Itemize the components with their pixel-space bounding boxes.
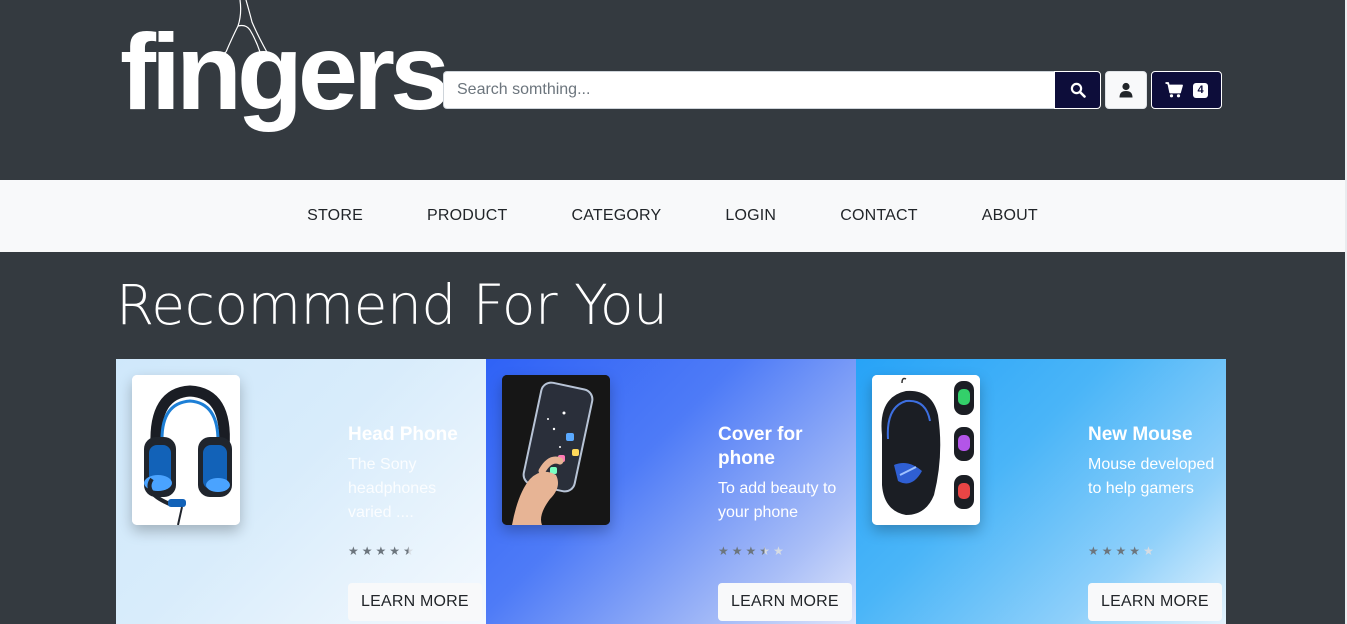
star-icon: ★ (1129, 544, 1141, 558)
learn-more-button[interactable]: LEARN MORE (348, 583, 482, 621)
nav-item-contact[interactable]: CONTACT (808, 207, 950, 225)
product-title: Cover for phone (718, 424, 803, 469)
star-icon: ★ (1115, 544, 1127, 558)
nav-item-login[interactable]: LOGIN (693, 207, 808, 225)
nav-item-about[interactable]: ABOUT (950, 207, 1070, 225)
star-empty-icon: ★ (773, 544, 784, 558)
product-card-body: New Mouse Mouse developed to help gamers (1088, 423, 1218, 501)
product-thumbnail[interactable] (872, 375, 980, 525)
product-rating: ★ ★ ★ ★ ★ (718, 545, 784, 557)
star-icon: ★ (731, 544, 743, 558)
search-button[interactable] (1054, 71, 1101, 109)
product-description: To add beauty to your phone (718, 480, 837, 521)
recommend-cards: Head Phone The Sony headphones varied ..… (116, 359, 1226, 624)
section-title: Recommend For You (116, 273, 668, 337)
product-card: Cover for phone To add beauty to your ph… (486, 359, 856, 624)
nav-item-category[interactable]: CATEGORY (539, 207, 693, 225)
site-header: fingers 4 (0, 0, 1345, 180)
product-card-body: Head Phone The Sony headphones varied ..… (348, 423, 478, 525)
star-icon: ★ (389, 544, 401, 558)
product-card-body: Cover for phone To add beauty to your ph… (718, 423, 848, 525)
star-empty-icon: ★ (1143, 544, 1154, 558)
gaming-mouse-image (872, 375, 980, 525)
product-thumbnail[interactable] (502, 375, 610, 525)
learn-more-button[interactable]: LEARN MORE (718, 583, 852, 621)
product-rating: ★ ★ ★ ★ ★ (1088, 545, 1154, 557)
star-icon: ★ (1101, 544, 1113, 558)
nav-item-store[interactable]: STORE (275, 207, 395, 225)
product-card: New Mouse Mouse developed to help gamers… (856, 359, 1226, 624)
product-title: Head Phone (348, 424, 458, 445)
learn-more-button[interactable]: LEARN MORE (1088, 583, 1222, 621)
nav-item-product[interactable]: PRODUCT (395, 207, 540, 225)
star-icon: ★ (1088, 544, 1099, 558)
user-icon (1119, 82, 1133, 98)
cart-count-badge: 4 (1193, 82, 1208, 98)
logo-text: fingers (120, 11, 450, 132)
phone-cover-image (502, 375, 610, 525)
product-description: The Sony headphones varied .... (348, 456, 437, 521)
product-rating: ★ ★ ★ ★ ★ (348, 545, 414, 557)
main-nav: STORE PRODUCT CATEGORY LOGIN CONTACT ABO… (0, 180, 1345, 252)
product-card: Head Phone The Sony headphones varied ..… (116, 359, 486, 624)
product-title: New Mouse (1088, 424, 1193, 445)
brand-logo[interactable]: fingers (118, 0, 450, 140)
star-icon: ★ (745, 544, 757, 558)
star-half-icon: ★ (403, 544, 414, 558)
cart-icon (1165, 82, 1184, 98)
search-input[interactable] (443, 71, 1055, 109)
search-icon (1070, 82, 1086, 98)
cart-button[interactable]: 4 (1151, 71, 1222, 109)
star-icon: ★ (375, 544, 387, 558)
star-half-icon: ★ (759, 544, 771, 558)
product-thumbnail[interactable] (132, 375, 240, 525)
star-icon: ★ (361, 544, 373, 558)
star-icon: ★ (718, 544, 729, 558)
product-description: Mouse developed to help gamers (1088, 456, 1215, 497)
headphone-image (132, 375, 240, 525)
star-icon: ★ (348, 544, 359, 558)
account-button[interactable] (1105, 71, 1147, 109)
